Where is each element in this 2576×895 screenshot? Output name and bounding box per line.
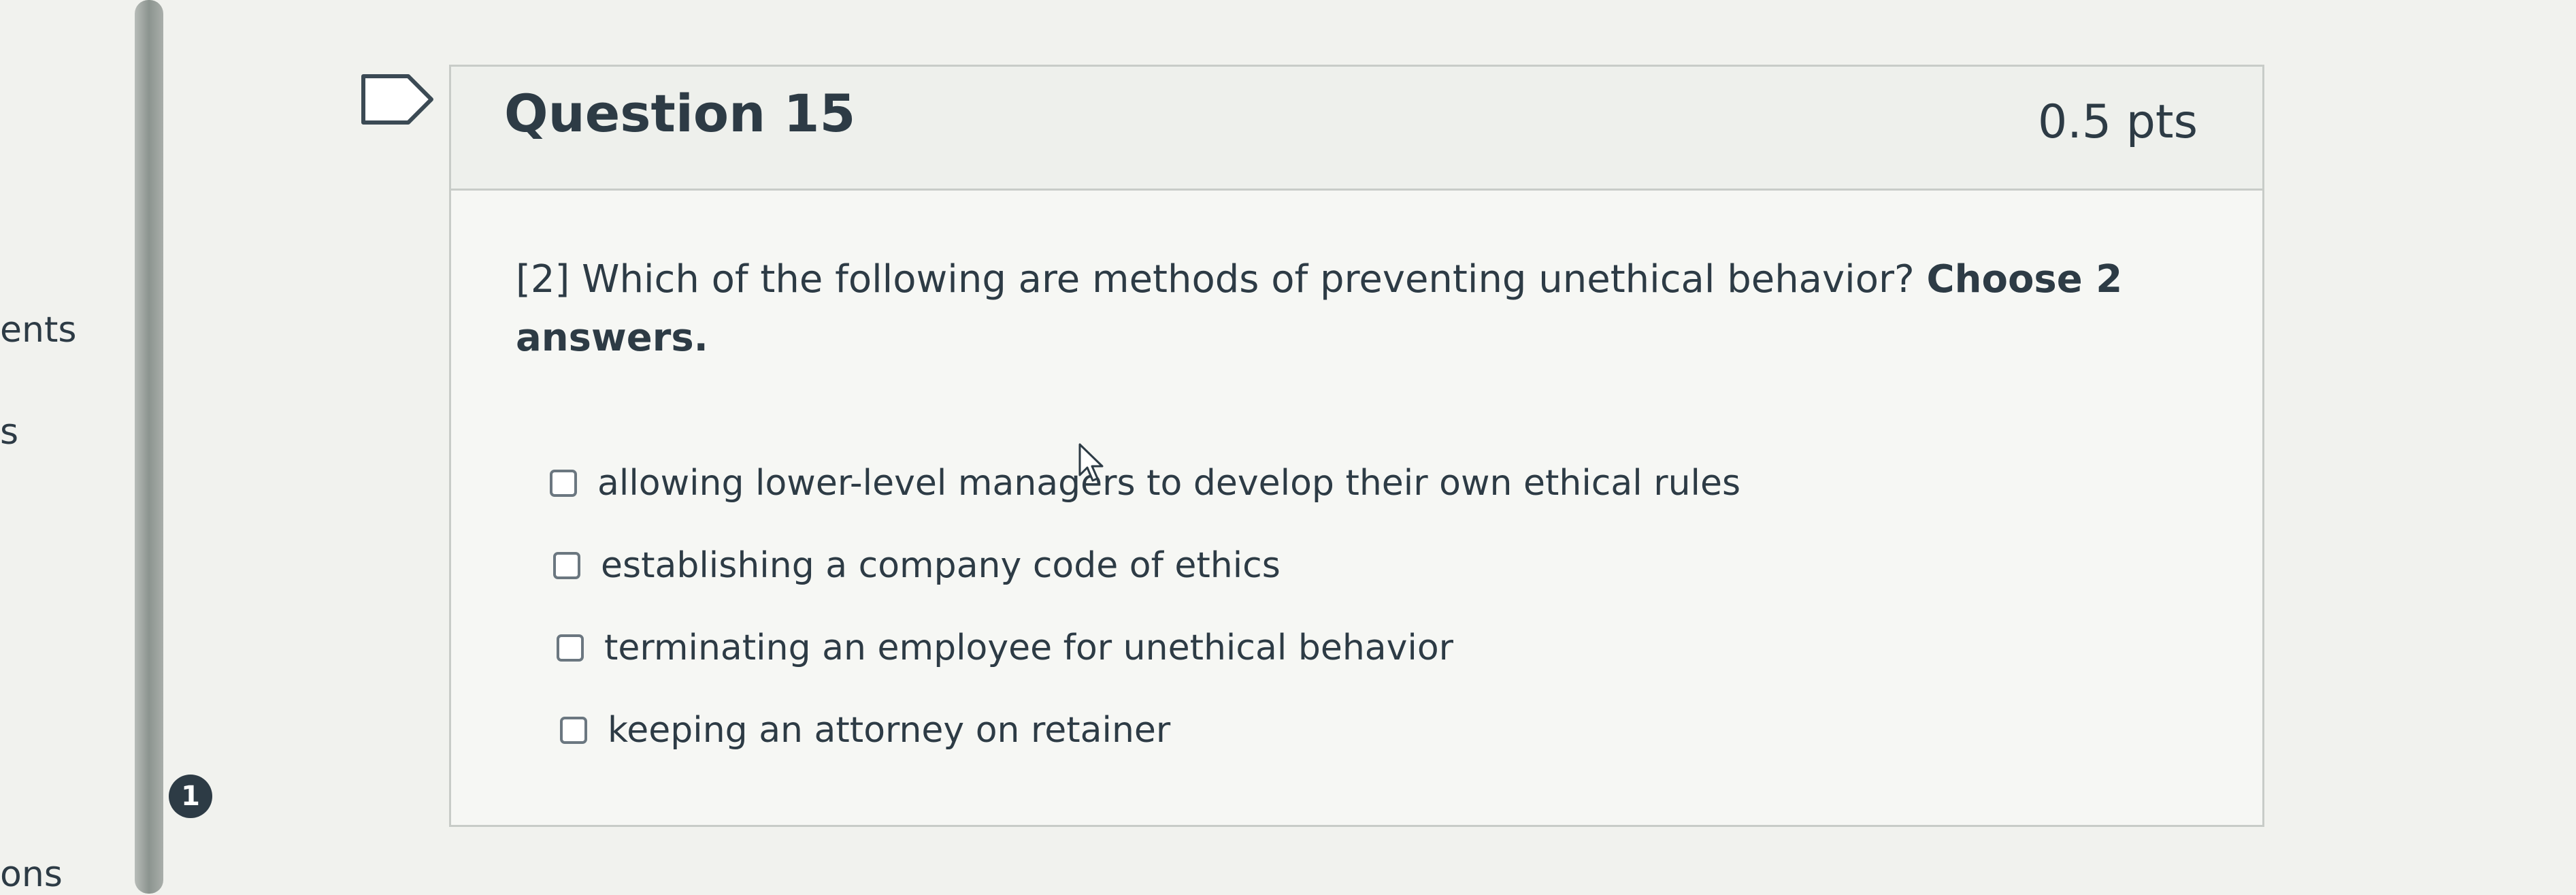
answer-label[interactable]: terminating an employee for unethical be… — [604, 628, 1453, 668]
sidebar-divider — [135, 0, 163, 894]
answer-checkbox[interactable] — [557, 634, 584, 662]
nav-item-partial-2[interactable]: s — [0, 412, 18, 453]
nav-item-partial-3[interactable]: ons — [0, 854, 63, 895]
answer-option-4[interactable]: keeping an attorney on retainer — [560, 710, 1170, 751]
answer-label[interactable]: allowing lower-level managers to develop… — [597, 463, 1740, 504]
question-prompt-text: [2] Which of the following are methods o… — [516, 257, 1915, 302]
answer-option-1[interactable]: allowing lower-level managers to develop… — [550, 463, 1740, 504]
nav-item-partial-1[interactable]: ents — [0, 310, 76, 351]
question-points: 0.5 pts — [2037, 95, 2198, 149]
answer-checkbox[interactable] — [553, 552, 580, 579]
answer-label[interactable]: establishing a company code of ethics — [601, 545, 1281, 586]
mouse-pointer-icon — [1078, 443, 1104, 482]
flag-bookmark-icon[interactable] — [361, 74, 435, 125]
question-prompt: [2] Which of the following are methods o… — [516, 250, 2135, 368]
answer-option-3[interactable]: terminating an employee for unethical be… — [557, 628, 1453, 668]
answer-checkbox[interactable] — [560, 717, 587, 744]
question-title: Question 15 — [504, 83, 856, 144]
notification-badge: 1 — [169, 775, 212, 818]
answer-option-2[interactable]: establishing a company code of ethics — [553, 545, 1281, 586]
quiz-page: ents s ons 1 Question 15 0.5 pts [2] Whi… — [0, 0, 2576, 895]
answer-label[interactable]: keeping an attorney on retainer — [608, 710, 1170, 751]
question-header: Question 15 0.5 pts — [451, 67, 2262, 191]
question-card: Question 15 0.5 pts [2] Which of the fol… — [449, 65, 2264, 827]
answer-checkbox[interactable] — [550, 470, 577, 497]
